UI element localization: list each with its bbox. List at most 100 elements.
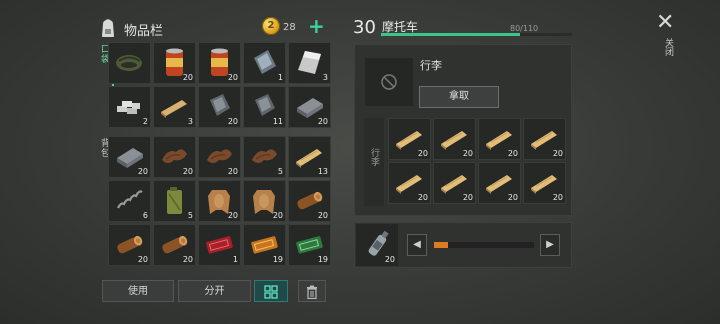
inventory-slot[interactable]: 1: [198, 224, 241, 266]
item-qty: 20: [317, 211, 328, 220]
take-button[interactable]: 拿取: [419, 86, 499, 108]
fuel-increase-button[interactable]: ▶: [540, 234, 560, 256]
inventory-slot[interactable]: 20: [523, 162, 566, 204]
inventory-slot[interactable]: 20: [288, 86, 331, 128]
inventory-slot[interactable]: 20: [153, 42, 196, 84]
inventory-slot[interactable]: 3: [288, 42, 331, 84]
item-qty: 20: [552, 193, 563, 202]
leather-icon: [252, 149, 277, 163]
item-qty: 5: [187, 211, 193, 220]
item-qty: 20: [182, 167, 193, 176]
fuel-qty: 20: [384, 255, 395, 264]
backpack-grid: 20 20 20 5 13 6 5 20 20 20 20 20 1 19 19: [108, 136, 331, 266]
item-qty: 19: [272, 255, 283, 264]
item-qty: 20: [507, 149, 518, 158]
metal-sheet-icon: [298, 51, 321, 74]
item-qty: 20: [507, 193, 518, 202]
item-qty: 20: [137, 255, 148, 264]
item-qty: 1: [232, 255, 238, 264]
inventory-slot[interactable]: 20: [388, 118, 431, 160]
loot-grid: 20 20 20 20 20 20 20 20: [388, 118, 566, 204]
inventory-slot[interactable]: 2: [108, 86, 151, 128]
fuel-slider-fill: [434, 242, 448, 248]
coin-count: 28: [283, 22, 296, 33]
inventory-slot[interactable]: 20: [198, 136, 241, 178]
red-ticket-icon: [206, 236, 233, 254]
backpack-icon: [102, 19, 114, 37]
loot-tab[interactable]: 行李: [364, 118, 384, 206]
inventory-slot[interactable]: 20: [478, 118, 521, 160]
item-qty: 5: [277, 167, 283, 176]
grid-view-button[interactable]: [254, 280, 288, 302]
trash-icon: [307, 285, 317, 300]
inventory-slot[interactable]: 19: [288, 224, 331, 266]
loot-label: 行李: [420, 59, 442, 72]
inventory-slot[interactable]: 3: [153, 86, 196, 128]
inventory-slot[interactable]: 20: [243, 180, 286, 222]
inventory-slot[interactable]: 13: [288, 136, 331, 178]
inventory-slot[interactable]: 20: [153, 136, 196, 178]
silver-bars-icon: [117, 101, 140, 114]
inventory-slot[interactable]: 20: [523, 118, 566, 160]
inventory-slot[interactable]: 20: [433, 118, 476, 160]
inventory-slot[interactable]: 20: [433, 162, 476, 204]
item-qty: 3: [187, 117, 193, 126]
inventory-slot[interactable]: 19: [243, 224, 286, 266]
item-qty: 20: [417, 193, 428, 202]
item-qty: 3: [322, 73, 328, 82]
item-qty: 20: [227, 167, 238, 176]
inventory-slot[interactable]: 20: [108, 224, 151, 266]
inventory-slot[interactable]: 11: [243, 86, 286, 128]
pocket-grid: 20 20 1 3 2 3 20 11 20: [108, 42, 331, 128]
inventory-slot[interactable]: 5: [153, 180, 196, 222]
item-qty: 11: [272, 117, 283, 126]
item-qty: 20: [182, 73, 193, 82]
inventory-slot[interactable]: 20: [198, 42, 241, 84]
item-qty: 20: [227, 117, 238, 126]
inventory-slot[interactable]: 20: [288, 180, 331, 222]
inventory-title: 物品栏: [124, 24, 164, 39]
grid-view-icon: [264, 285, 278, 299]
inventory-slot[interactable]: 20: [198, 86, 241, 128]
vehicle-capacity: 80/110: [510, 24, 539, 33]
fuel-slot[interactable]: 20: [356, 224, 398, 266]
fuel-slider[interactable]: [434, 242, 534, 248]
add-coins-button[interactable]: +: [308, 14, 325, 38]
item-qty: 20: [552, 149, 563, 158]
item-qty: 20: [462, 193, 473, 202]
item-qty: 20: [272, 211, 283, 220]
inventory-slot[interactable]: 5: [243, 136, 286, 178]
inventory-slot[interactable]: 6: [108, 180, 151, 222]
item-qty: 20: [417, 149, 428, 158]
item-qty: 20: [462, 149, 473, 158]
inventory-slot[interactable]: [108, 42, 151, 84]
inventory-slot[interactable]: 1: [243, 42, 286, 84]
item-qty: 20: [182, 255, 193, 264]
trash-button[interactable]: [298, 280, 326, 302]
scarf-icon: [116, 55, 142, 71]
coin-icon: 2: [262, 17, 280, 35]
loot-icon-box: [365, 58, 413, 106]
item-qty: 19: [317, 255, 328, 264]
item-qty: 13: [317, 167, 328, 176]
inventory-slot[interactable]: 20: [388, 162, 431, 204]
fuel-decrease-button[interactable]: ◀: [407, 234, 427, 256]
inventory-slot[interactable]: 20: [108, 136, 151, 178]
item-qty: 2: [142, 117, 148, 126]
item-qty: 20: [227, 73, 238, 82]
vehicle-level: 30: [353, 17, 376, 38]
capacity-bar-fill: [381, 33, 520, 36]
close-button[interactable]: ✕: [656, 10, 674, 35]
item-qty: 6: [142, 211, 148, 220]
inventory-slot[interactable]: 20: [153, 224, 196, 266]
inventory-slot[interactable]: 20: [478, 162, 521, 204]
use-button[interactable]: 使用: [102, 280, 174, 302]
item-qty: 20: [137, 167, 148, 176]
split-button[interactable]: 分开: [178, 280, 251, 302]
spring-icon: [117, 190, 143, 209]
blocked-icon: [381, 74, 397, 90]
loot-tab-label: 行李: [369, 148, 379, 166]
close-label[interactable]: 关闭: [662, 38, 675, 56]
jerrycan-icon: [167, 187, 182, 214]
inventory-slot[interactable]: 20: [198, 180, 241, 222]
